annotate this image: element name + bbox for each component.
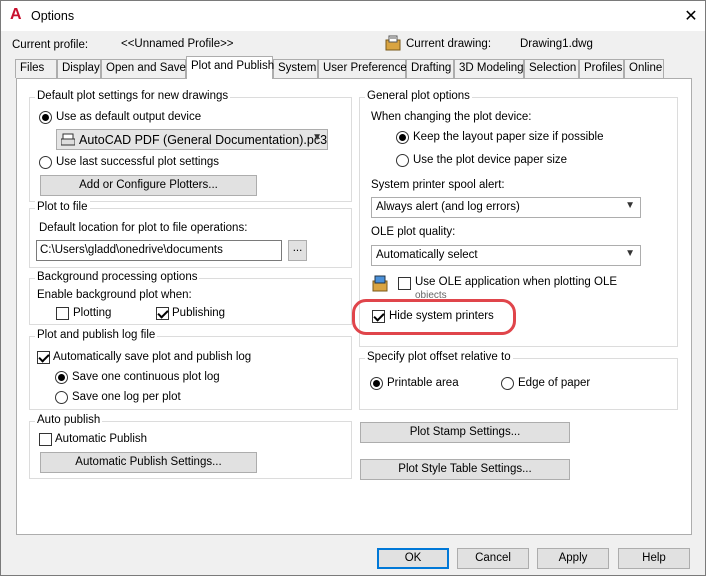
tab-user-preferences[interactable]: User Preferences: [318, 59, 412, 78]
printable-area-radio[interactable]: [370, 377, 383, 390]
plot-offset-title: Specify plot offset relative to: [365, 351, 513, 363]
edge-of-paper-radio[interactable]: [501, 377, 514, 390]
publishing-label: Publishing: [172, 307, 226, 319]
enable-background-label: Enable background plot when:: [37, 289, 192, 301]
close-icon[interactable]: ✕: [681, 6, 701, 26]
use-last-plot-label: Use last successful plot settings: [56, 156, 219, 168]
keep-layout-paper-radio[interactable]: [396, 131, 409, 144]
browse-button[interactable]: ...: [288, 240, 307, 261]
window-title: Options: [31, 9, 75, 23]
drawing-icon: [385, 35, 401, 51]
current-drawing-label: Current drawing:: [406, 38, 492, 50]
plot-to-file-title: Plot to file: [35, 201, 90, 213]
printable-area-label: Printable area: [387, 377, 459, 389]
ok-button[interactable]: OK: [377, 548, 449, 569]
spool-alert-select[interactable]: Always alert (and log errors) ▼: [371, 197, 641, 218]
output-device-value: AutoCAD PDF (General Documentation).pc3: [79, 133, 328, 147]
background-processing-title: Background processing options: [35, 271, 200, 283]
tab-3d-modeling[interactable]: 3D Modeling: [454, 59, 524, 78]
chevron-down-icon: ▼: [625, 200, 635, 211]
auto-save-log-label: Automatically save plot and publish log: [53, 351, 252, 363]
tab-files[interactable]: Files: [15, 59, 57, 78]
plot-to-file-location-input[interactable]: C:\Users\gladd\onedrive\documents: [36, 240, 282, 261]
plot-to-file-group: Plot to file Default location for plot t…: [29, 201, 352, 268]
publishing-checkbox[interactable]: [156, 307, 169, 320]
ole-quality-select[interactable]: Automatically select ▼: [371, 245, 641, 266]
continuous-log-radio[interactable]: [55, 371, 68, 384]
plot-log-title: Plot and publish log file: [35, 329, 158, 341]
automatic-publish-label: Automatic Publish: [55, 433, 148, 445]
use-ole-app-checkbox[interactable]: [398, 277, 411, 290]
auto-publish-title: Auto publish: [35, 414, 103, 426]
auto-publish-group: Auto publish Automatic Publish Automatic…: [29, 414, 352, 479]
tab-selection[interactable]: Selection: [524, 59, 579, 78]
output-device-select[interactable]: AutoCAD PDF (General Documentation).pc3 …: [56, 129, 328, 150]
tab-profiles[interactable]: Profiles: [579, 59, 624, 78]
plot-to-file-location-label: Default location for plot to file operat…: [39, 222, 248, 234]
autocad-logo-icon: A: [10, 6, 22, 23]
annotation-highlight: [352, 299, 516, 335]
edge-of-paper-label: Edge of paper: [518, 377, 591, 389]
keep-layout-paper-label: Keep the layout paper size if possible: [413, 131, 604, 143]
spool-alert-label: System printer spool alert:: [371, 179, 505, 191]
plot-log-group: Plot and publish log file Automatically …: [29, 329, 352, 410]
current-drawing-value: Drawing1.dwg: [520, 38, 593, 50]
use-device-paper-radio[interactable]: [396, 154, 409, 167]
tab-plot-and-publish[interactable]: Plot and Publish: [186, 56, 274, 79]
tab-system[interactable]: System: [273, 59, 318, 78]
use-default-output-radio[interactable]: [39, 111, 52, 124]
plotting-checkbox[interactable]: [56, 307, 69, 320]
continuous-log-label: Save one continuous plot log: [72, 371, 220, 383]
use-ole-app-label: Use OLE application when plotting OLE: [415, 276, 618, 288]
spool-alert-value: Always alert (and log errors): [376, 201, 520, 213]
plot-offset-group: Specify plot offset relative to Printabl…: [359, 351, 678, 410]
per-plot-log-label: Save one log per plot: [72, 391, 181, 403]
tab-open-and-save[interactable]: Open and Save: [101, 59, 186, 78]
add-configure-plotters-button[interactable]: Add or Configure Plotters...: [40, 175, 257, 196]
default-plot-settings-title: Default plot settings for new drawings: [35, 90, 231, 102]
plotting-label: Plotting: [73, 307, 112, 319]
use-default-output-label: Use as default output device: [56, 111, 202, 123]
changing-device-label: When changing the plot device:: [371, 111, 532, 123]
current-profile-label: Current profile:: [12, 39, 89, 51]
options-dialog: A Options ✕ Current profile: <<Unnamed P…: [0, 0, 706, 576]
use-device-paper-label: Use the plot device paper size: [413, 154, 568, 166]
plot-style-table-settings-button[interactable]: Plot Style Table Settings...: [360, 459, 570, 480]
ole-quality-value: Automatically select: [376, 249, 478, 261]
ole-icon: [372, 275, 388, 292]
plot-stamp-settings-button[interactable]: Plot Stamp Settings...: [360, 422, 570, 443]
current-profile-value: <<Unnamed Profile>>: [121, 38, 234, 50]
tab-display[interactable]: Display: [57, 59, 101, 78]
tab-drafting[interactable]: Drafting: [406, 59, 454, 78]
help-button[interactable]: Help: [618, 548, 690, 569]
chevron-down-icon: ▼: [625, 248, 635, 259]
cancel-button[interactable]: Cancel: [457, 548, 529, 569]
apply-button[interactable]: Apply: [537, 548, 609, 569]
tab-online[interactable]: Online: [624, 59, 664, 78]
plotter-icon: [61, 133, 75, 146]
automatic-publish-settings-button[interactable]: Automatic Publish Settings...: [40, 452, 257, 473]
auto-save-log-checkbox[interactable]: [37, 351, 50, 364]
per-plot-log-radio[interactable]: [55, 391, 68, 404]
use-last-plot-radio[interactable]: [39, 156, 52, 169]
background-processing-group: Background processing options Enable bac…: [29, 271, 352, 325]
default-plot-settings-group: Default plot settings for new drawings U…: [29, 90, 352, 202]
title-bar: A Options ✕: [1, 1, 705, 31]
use-ole-app-label-continued: objects: [415, 290, 447, 298]
chevron-down-icon: ▼: [312, 132, 322, 143]
automatic-publish-checkbox[interactable]: [39, 433, 52, 446]
general-plot-options-title: General plot options: [365, 90, 472, 102]
ole-quality-label: OLE plot quality:: [371, 226, 456, 238]
